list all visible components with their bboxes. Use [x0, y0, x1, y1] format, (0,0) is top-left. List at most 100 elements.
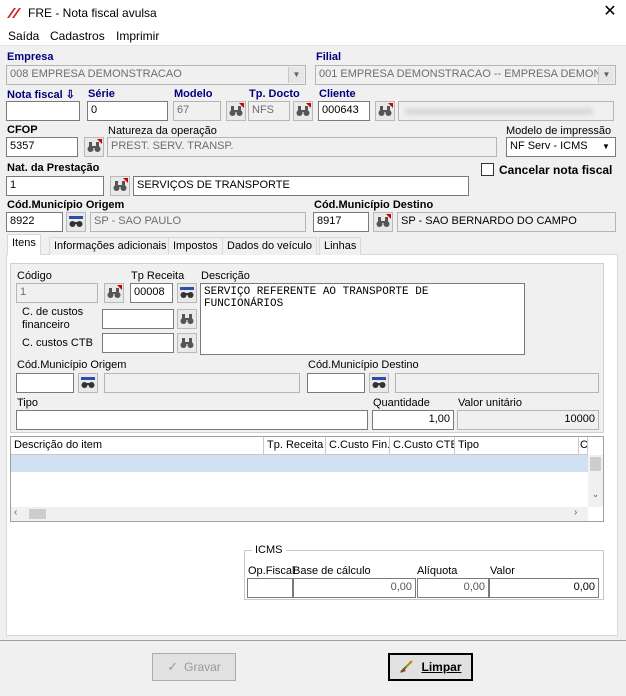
mun-destino-code-input[interactable]: 8917 — [313, 212, 369, 232]
aliquota-input[interactable]: 0,00 — [417, 578, 489, 598]
menu-saida[interactable]: Saída — [8, 29, 39, 43]
base-calculo-label: Base de cálculo — [293, 565, 371, 577]
binoculars-calendar-icon — [180, 287, 194, 298]
search-modelo-button[interactable] — [226, 101, 246, 121]
custos-ctb-input[interactable] — [102, 333, 174, 353]
cfop-input[interactable]: 5357 — [6, 137, 78, 157]
limpar-button[interactable]: Limpar — [388, 653, 473, 681]
binoculars-calendar-icon — [372, 377, 386, 388]
chevron-down-icon: ▼ — [598, 139, 614, 155]
search-codigo-button[interactable] — [104, 283, 124, 303]
search-cfop-button[interactable] — [84, 137, 104, 157]
filial-select[interactable]: 001 EMPRESA DEMONSTRACAO -- EMPRESA DEMO… — [315, 65, 616, 85]
cancelar-checkbox[interactable] — [481, 163, 494, 176]
marker-icon — [97, 139, 102, 144]
item-mun-destino-input[interactable] — [307, 373, 365, 393]
grid-header-custo-fin[interactable]: C.Custo Fin. — [326, 437, 390, 455]
search-item-mun-destino-button[interactable] — [369, 373, 389, 393]
broom-icon — [400, 660, 414, 673]
descricao-label: Descrição — [201, 270, 250, 282]
natureza-input: PREST. SERV. TRANSP. — [107, 137, 497, 157]
filial-label: Filial — [316, 51, 342, 63]
codigo-input[interactable]: 1 — [16, 283, 98, 303]
menu-imprimir[interactable]: Imprimir — [116, 29, 159, 43]
op-fiscal-input[interactable] — [247, 578, 293, 598]
close-icon[interactable]: ✕ — [600, 3, 620, 21]
search-custos-fin-button[interactable] — [177, 309, 197, 329]
scroll-thumb[interactable] — [590, 457, 601, 471]
search-tp-receita-button[interactable] — [177, 283, 197, 303]
vertical-scrollbar[interactable]: ⌄ — [588, 455, 603, 507]
tp-receita-input[interactable]: 00008 — [130, 283, 173, 303]
modelo-input[interactable]: 67 — [173, 101, 221, 121]
nota-fiscal-label: Nota fiscal ⇩ — [7, 89, 75, 101]
tp-docto-input[interactable]: NFS — [248, 101, 290, 121]
empresa-label: Empresa — [7, 51, 54, 63]
serie-input[interactable]: 0 — [87, 101, 168, 121]
cliente-code-input[interactable]: 000643 — [318, 101, 370, 121]
grid-header-c[interactable]: C — [579, 437, 588, 455]
search-custos-ctb-button[interactable] — [177, 333, 197, 353]
custos-fin-input[interactable] — [102, 309, 174, 329]
mun-destino-name-input: SP - SAO BERNARDO DO CAMPO — [397, 212, 616, 232]
mun-destino-label: Cód.Município Destino — [314, 199, 434, 211]
marker-icon — [117, 285, 122, 290]
codigo-label: Código — [17, 270, 52, 282]
valor-input[interactable]: 0,00 — [489, 578, 599, 598]
modelo-impressao-label: Modelo de impressão — [506, 125, 612, 137]
descricao-textarea[interactable]: SERVIÇO REFERENTE AO TRANSPORTE DE FUNCI… — [200, 283, 525, 355]
tp-docto-label: Tp. Docto — [249, 88, 300, 100]
search-mun-origem-button[interactable] — [66, 212, 86, 232]
search-nat-prestacao-button[interactable] — [110, 176, 130, 196]
modelo-impressao-select[interactable]: NF Serv - ICMS ▼ — [506, 137, 616, 157]
filial-value: 001 EMPRESA DEMONSTRACAO -- EMPRESA DEMO… — [319, 68, 609, 80]
search-tp-docto-button[interactable] — [293, 101, 313, 121]
quantidade-input[interactable]: 1,00 — [372, 410, 454, 430]
binoculars-icon — [180, 338, 194, 348]
nat-prestacao-code-input[interactable]: 1 — [6, 176, 104, 196]
horizontal-scrollbar[interactable]: ‹ › — [11, 507, 588, 521]
mun-origem-code-input[interactable]: 8922 — [6, 212, 63, 232]
serie-label: Série — [88, 88, 115, 100]
table-row[interactable] — [11, 455, 588, 472]
window-title: FRE - Nota fiscal avulsa — [28, 6, 157, 20]
valor-unitario-label: Valor unitário — [458, 397, 522, 409]
grid-header-tipo[interactable]: Tipo — [455, 437, 579, 455]
scroll-thumb[interactable] — [29, 509, 46, 519]
cancelar-label: Cancelar nota fiscal — [499, 163, 613, 177]
app-logo-icon — [7, 8, 21, 18]
nat-prestacao-desc-input[interactable]: SERVIÇOS DE TRANSPORTE — [133, 176, 469, 196]
item-mun-destino-label: Cód.Município Destino — [308, 359, 419, 371]
tab-dados-veiculo[interactable]: Dados do veículo — [222, 237, 317, 255]
marker-icon — [239, 103, 244, 108]
chevron-right-icon[interactable]: › — [574, 507, 577, 518]
natureza-label: Natureza da operação — [108, 125, 217, 137]
tab-itens[interactable]: Itens — [7, 234, 41, 255]
chevron-down-icon[interactable]: ⌄ — [589, 489, 602, 500]
marker-icon — [386, 214, 391, 219]
base-calculo-input[interactable]: 0,00 — [293, 578, 416, 598]
menu-cadastros[interactable]: Cadastros — [50, 29, 105, 43]
tab-informacoes-adicionais[interactable]: Informações adicionais — [49, 237, 172, 255]
chevron-left-icon[interactable]: ‹ — [14, 507, 17, 518]
item-mun-origem-input[interactable] — [16, 373, 74, 393]
empresa-value: 008 EMPRESA DEMONSTRACAO — [10, 68, 182, 80]
search-mun-destino-button[interactable] — [373, 212, 393, 232]
tab-impostos[interactable]: Impostos — [168, 237, 223, 255]
nota-fiscal-input[interactable] — [6, 101, 80, 121]
search-item-mun-origem-button[interactable] — [78, 373, 98, 393]
tipo-label: Tipo — [17, 397, 38, 409]
grid-header-descricao[interactable]: Descrição do item — [11, 437, 264, 455]
grid-header-custo-ctb[interactable]: C.Custo CTB — [390, 437, 455, 455]
gravar-button[interactable]: ✓ Gravar — [152, 653, 236, 681]
tp-receita-label: Tp Receita — [131, 270, 185, 282]
empresa-select[interactable]: 008 EMPRESA DEMONSTRACAO ▼ — [6, 65, 306, 85]
search-cliente-button[interactable] — [375, 101, 395, 121]
cfop-label: CFOP — [7, 124, 38, 136]
tipo-input[interactable] — [16, 410, 368, 430]
icms-title: ICMS — [252, 544, 286, 556]
tab-linhas[interactable]: Linhas — [319, 237, 362, 255]
modelo-impressao-value: NF Serv - ICMS — [510, 140, 588, 152]
binoculars-calendar-icon — [81, 377, 95, 388]
grid-header-tp-receita[interactable]: Tp. Receita — [264, 437, 326, 455]
